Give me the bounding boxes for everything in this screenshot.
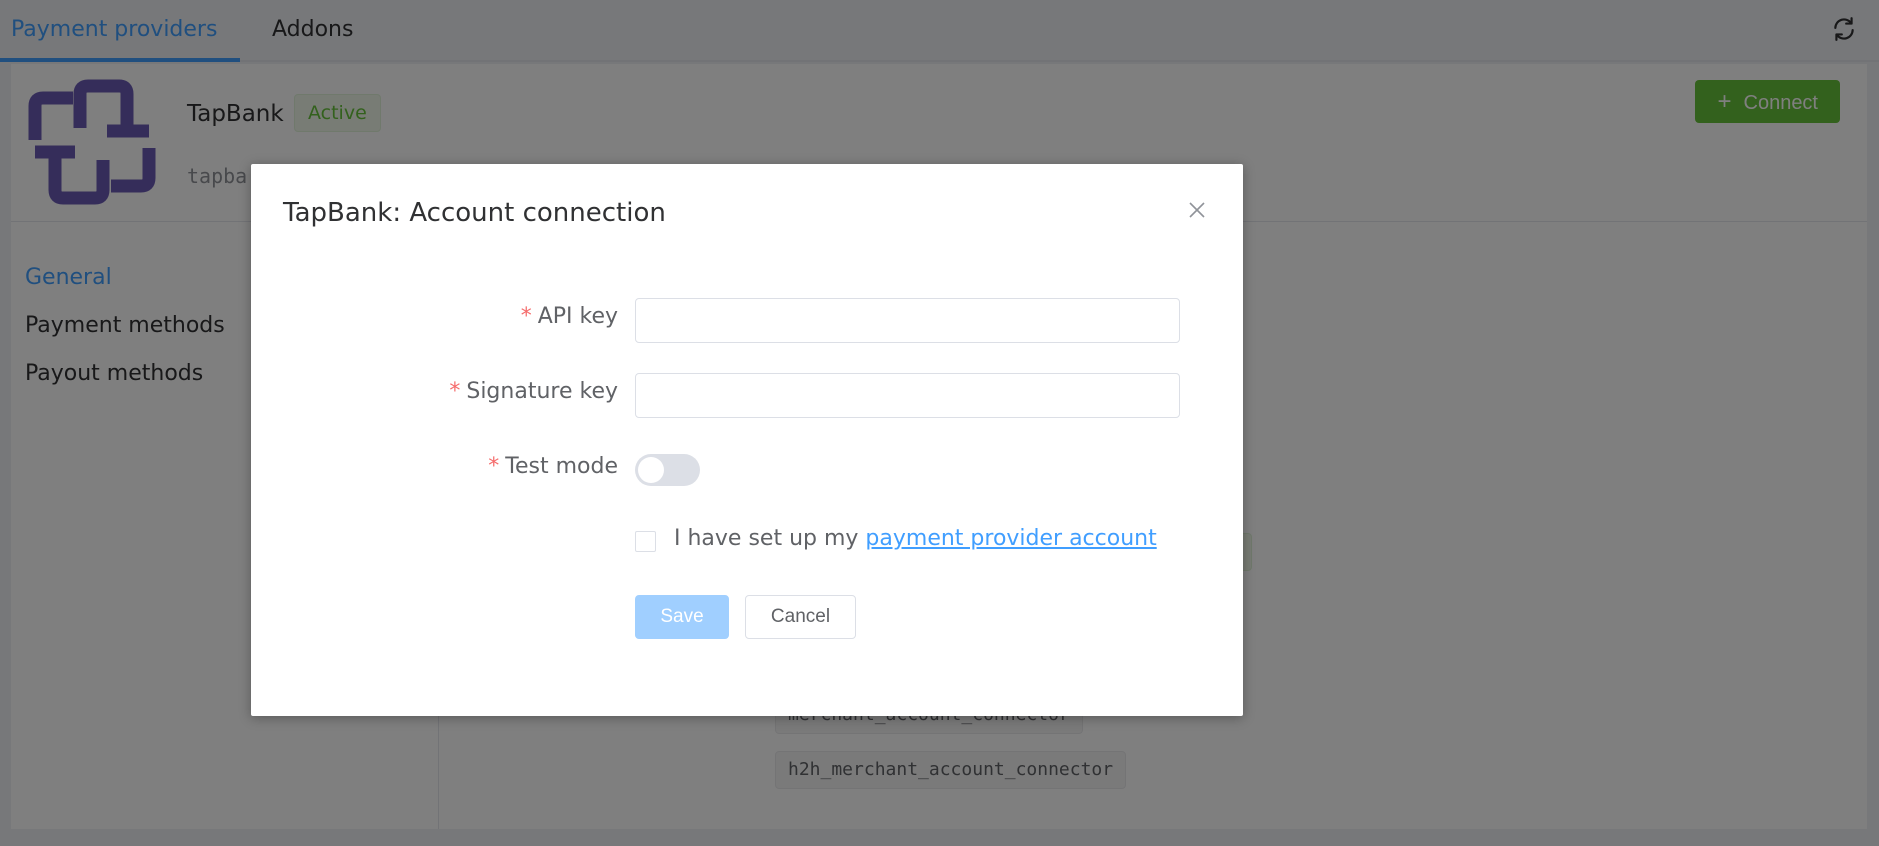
account-connection-dialog: TapBank: Account connection * API key * Si… bbox=[251, 164, 1243, 716]
signature-key-label-text: Signature key bbox=[466, 379, 618, 404]
close-icon[interactable] bbox=[1187, 200, 1207, 220]
payment-provider-account-link[interactable]: payment provider account bbox=[865, 526, 1156, 551]
api-key-label-text: API key bbox=[537, 304, 618, 329]
signature-key-input[interactable] bbox=[635, 373, 1180, 418]
test-mode-label: * Test mode bbox=[488, 454, 618, 479]
save-button[interactable]: Save bbox=[635, 595, 729, 639]
api-key-label: * API key bbox=[521, 304, 618, 329]
required-mark: * bbox=[488, 454, 500, 479]
test-mode-label-text: Test mode bbox=[505, 454, 618, 479]
signature-key-label: * Signature key bbox=[449, 379, 618, 404]
dialog-title: TapBank: Account connection bbox=[283, 198, 666, 228]
required-mark: * bbox=[520, 304, 532, 329]
cancel-button[interactable]: Cancel bbox=[745, 595, 856, 639]
agreement-checkbox[interactable] bbox=[635, 531, 656, 552]
agreement-text: I have set up my payment provider accoun… bbox=[674, 526, 1157, 551]
api-key-input[interactable] bbox=[635, 298, 1180, 343]
required-mark: * bbox=[449, 379, 461, 404]
test-mode-toggle[interactable] bbox=[635, 454, 700, 486]
toggle-knob bbox=[638, 457, 664, 483]
agreement-label: I have set up my bbox=[674, 526, 866, 551]
